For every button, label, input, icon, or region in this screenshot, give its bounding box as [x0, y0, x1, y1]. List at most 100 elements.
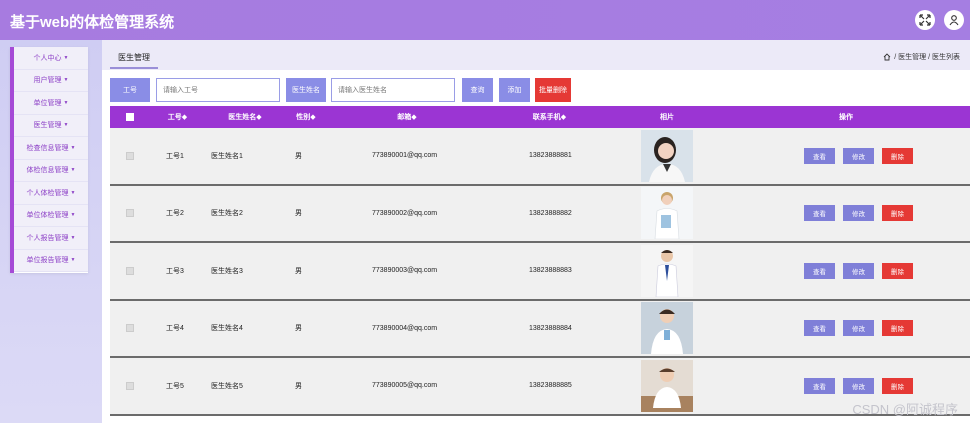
- cell-no: 工号1: [166, 152, 184, 160]
- cell-email: 773890002@qq.com: [372, 209, 438, 217]
- cell-phone: 13823888882: [529, 209, 572, 217]
- sidebar-item-users[interactable]: 用户管理 ▼: [14, 69, 88, 92]
- doctor-name-label: 医生姓名: [286, 78, 326, 102]
- doctor-photo: [641, 244, 693, 297]
- cell-phone: 13823888884: [529, 324, 572, 332]
- no-label: 工号: [110, 78, 150, 102]
- cell-sex: 男: [295, 152, 302, 160]
- view-button[interactable]: 查看: [804, 320, 835, 337]
- row-checkbox[interactable]: [126, 151, 134, 160]
- add-button[interactable]: 添加: [499, 78, 530, 102]
- view-button[interactable]: 查看: [804, 147, 835, 164]
- header-photo: 相片: [660, 114, 674, 121]
- sidebar-item-personal-exam[interactable]: 个人体检管理 ▼: [14, 182, 88, 205]
- view-button[interactable]: 查看: [804, 262, 835, 279]
- view-button[interactable]: 查看: [804, 205, 835, 222]
- delete-button[interactable]: 删除: [882, 147, 913, 164]
- view-button[interactable]: 查看: [804, 377, 835, 394]
- cell-email: 773890001@qq.com: [372, 152, 438, 160]
- cell-email: 773890003@qq.com: [372, 267, 438, 275]
- edit-button[interactable]: 修改: [843, 377, 874, 394]
- caret-down-icon: ▼: [63, 122, 69, 129]
- caret-down-icon: ▼: [63, 77, 69, 84]
- cell-name: 医生姓名4: [211, 325, 243, 333]
- row-checkbox[interactable]: [126, 324, 134, 333]
- caret-down-icon: ▼: [63, 99, 69, 106]
- sidebar-item-doctors[interactable]: 医生管理 ▼: [14, 114, 88, 137]
- delete-button[interactable]: 删除: [882, 262, 913, 279]
- sidebar: 个人中心 ▼ 用户管理 ▼ 单位管理 ▼ 医生管理 ▼ 检查信息管理 ▼ 体检信息管理 ▼ …: [10, 47, 88, 273]
- caret-down-icon: ▼: [70, 189, 76, 196]
- breadcrumb-bar: 医生管理 / 医生管理 / 医生列表: [102, 40, 970, 70]
- doctor-photo: [641, 302, 693, 355]
- doctor-photo: [641, 359, 693, 412]
- fullscreen-icon[interactable]: [915, 10, 935, 30]
- select-all-checkbox[interactable]: [126, 113, 134, 121]
- header-sex[interactable]: 性别◆: [285, 106, 327, 128]
- caret-down-icon: ▼: [63, 54, 69, 61]
- sidebar-item-personal-report[interactable]: 个人报告管理 ▼: [14, 227, 88, 250]
- caret-down-icon: ▼: [70, 212, 76, 219]
- header-email[interactable]: 邮箱◆: [327, 106, 487, 128]
- no-search-input[interactable]: [156, 78, 280, 102]
- row-checkbox[interactable]: [126, 266, 134, 275]
- cell-no: 工号5: [166, 382, 184, 390]
- cell-no: 工号2: [166, 210, 184, 218]
- header-no[interactable]: 工号◆: [150, 106, 205, 128]
- user-icon[interactable]: [944, 10, 964, 30]
- watermark: CSDN @阿诚程序: [852, 402, 958, 417]
- caret-down-icon: ▼: [70, 144, 76, 151]
- doctor-photo: [641, 187, 693, 240]
- cell-name: 医生姓名5: [211, 382, 243, 390]
- header-actions: 操作: [839, 114, 853, 121]
- row-checkbox[interactable]: [126, 381, 134, 390]
- app-title: 基于web的体检管理系统: [10, 14, 175, 31]
- sidebar-item-exam-info[interactable]: 体检信息管理 ▼: [14, 159, 88, 182]
- table-header: 工号◆ 医生姓名◆ 性别◆ 邮箱◆ 联系手机◆ 相片 操作: [110, 106, 970, 128]
- cell-phone: 13823888881: [529, 152, 572, 160]
- edit-button[interactable]: 修改: [843, 262, 874, 279]
- table-row: 工号3 医生姓名3 男 773890003@qq.com 13823888883…: [110, 243, 970, 301]
- cell-name: 医生姓名2: [211, 210, 243, 218]
- edit-button[interactable]: 修改: [843, 205, 874, 222]
- caret-down-icon: ▼: [70, 257, 76, 264]
- cell-sex: 男: [295, 382, 302, 390]
- sidebar-item-units[interactable]: 单位管理 ▼: [14, 92, 88, 115]
- delete-button[interactable]: 删除: [882, 320, 913, 337]
- edit-button[interactable]: 修改: [843, 147, 874, 164]
- cell-name: 医生姓名3: [211, 267, 243, 275]
- table-row: 工号5 医生姓名5 男 773890005@qq.com 13823888885…: [110, 358, 970, 416]
- caret-down-icon: ▼: [70, 234, 76, 241]
- tab-doctor-management[interactable]: 医生管理: [110, 47, 158, 69]
- table-row: 工号2 医生姓名2 男 773890002@qq.com 13823888882…: [110, 185, 970, 243]
- cell-sex: 男: [295, 325, 302, 333]
- cell-sex: 男: [295, 267, 302, 275]
- doctor-name-search-input[interactable]: [331, 78, 455, 102]
- edit-button[interactable]: 修改: [843, 320, 874, 337]
- batch-delete-button[interactable]: 批量删除: [535, 78, 571, 102]
- row-checkbox[interactable]: [126, 209, 134, 218]
- cell-sex: 男: [295, 210, 302, 218]
- sidebar-item-unit-report[interactable]: 单位报告管理 ▼: [14, 249, 88, 272]
- cell-email: 773890004@qq.com: [372, 324, 438, 332]
- sidebar-item-unit-exam[interactable]: 单位体检管理 ▼: [14, 204, 88, 227]
- table-row: 工号1 医生姓名1 男 773890001@qq.com 13823888881…: [110, 128, 970, 186]
- header-phone[interactable]: 联系手机◆: [487, 106, 612, 128]
- sidebar-item-personal-center[interactable]: 个人中心 ▼: [14, 47, 88, 70]
- table-row: 工号4 医生姓名4 男 773890004@qq.com 13823888884…: [110, 300, 970, 358]
- cell-phone: 13823888885: [529, 382, 572, 390]
- doctor-photo: [641, 129, 693, 182]
- select-all-checkbox-cell: [110, 106, 150, 128]
- cell-no: 工号4: [166, 325, 184, 333]
- header-name[interactable]: 医生姓名◆: [205, 106, 285, 128]
- content-panel: 医生管理 / 医生管理 / 医生列表 工号 医生姓名 查询 添加 批量删除 工号…: [102, 40, 970, 423]
- top-bar: 基于web的体检管理系统: [0, 0, 970, 40]
- sidebar-item-check-info[interactable]: 检查信息管理 ▼: [14, 137, 88, 160]
- delete-button[interactable]: 删除: [882, 205, 913, 222]
- delete-button[interactable]: 删除: [882, 377, 913, 394]
- home-icon[interactable]: [883, 53, 891, 61]
- cell-email: 773890005@qq.com: [372, 382, 438, 390]
- breadcrumb: / 医生管理 / 医生列表: [883, 52, 960, 62]
- caret-down-icon: ▼: [70, 167, 76, 174]
- query-button[interactable]: 查询: [462, 78, 493, 102]
